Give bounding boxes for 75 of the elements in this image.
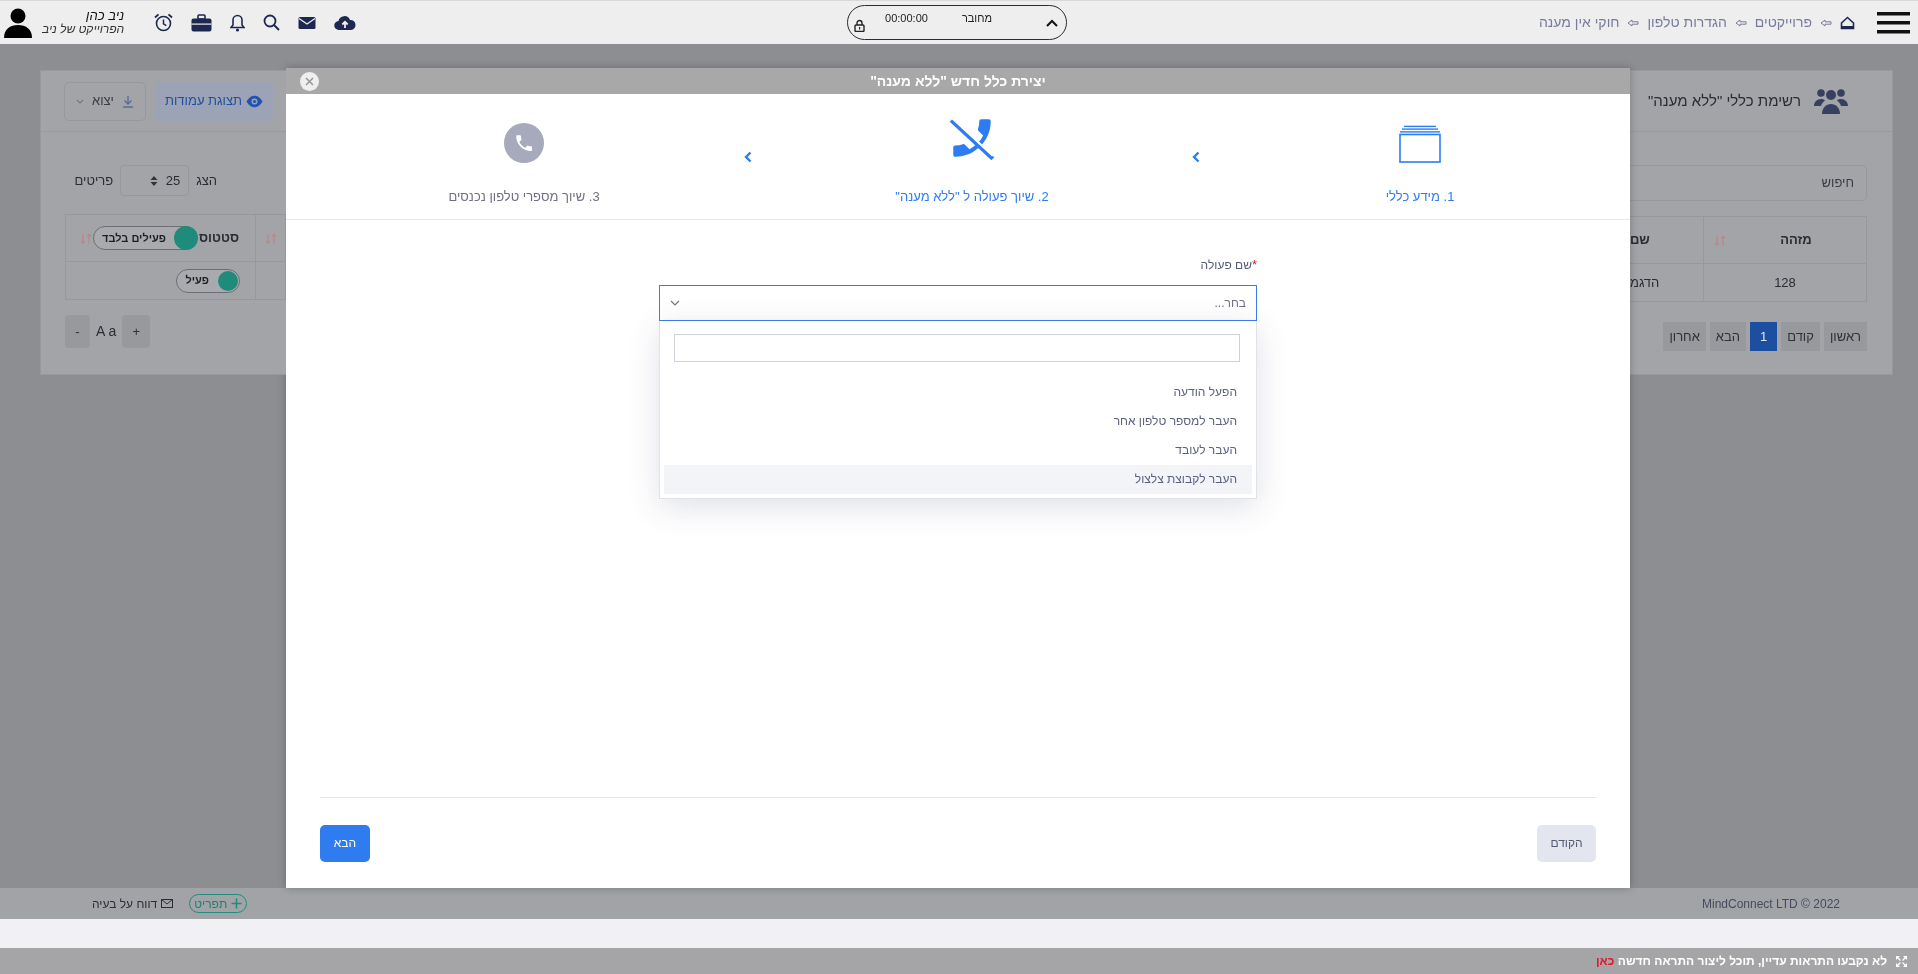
bell-icon[interactable] [230, 13, 246, 32]
table-cell: הדגמ [1630, 274, 1660, 290]
lock-icon[interactable] [854, 19, 866, 32]
dropdown-option[interactable]: העבר למספר טלפון אחר [664, 406, 1252, 436]
chevron-left-icon [1192, 151, 1200, 163]
toggle-switch[interactable]: פעילים בלבד [93, 226, 198, 250]
window-stack-icon [1399, 125, 1441, 163]
column-header: סטטוס [199, 229, 239, 248]
breadcrumb-link[interactable]: הגדרות טלפון [1647, 12, 1727, 33]
user-name: ניב כהן [85, 9, 125, 23]
page-size-field[interactable]: 25 [120, 165, 190, 196]
alarm-clock-icon[interactable] [154, 13, 174, 32]
page-button[interactable]: קודם [1781, 322, 1820, 351]
font-decrease-button[interactable]: - [65, 315, 90, 348]
spinner-icon [149, 174, 158, 187]
table-cell: 128 [1774, 274, 1796, 290]
search-icon[interactable] [263, 14, 281, 31]
font-size-label: A a [95, 322, 118, 341]
eye-icon [246, 94, 263, 108]
briefcase-icon[interactable] [191, 13, 213, 32]
copyright-text: MindConnect LTD © 2022 [1701, 895, 1840, 913]
search-field[interactable] [674, 333, 1240, 362]
breadcrumb-link[interactable]: פרוייקטים [1754, 12, 1812, 33]
back-button[interactable]: הקודם [1537, 824, 1596, 862]
arrow-icon [1627, 18, 1640, 27]
search-field[interactable]: חיפוש [1630, 165, 1867, 201]
columns-button[interactable]: תצוגת עמודות [155, 81, 273, 121]
chevron-up-icon[interactable] [1046, 18, 1058, 27]
project-name: הפרוייקט של ניב [42, 23, 125, 36]
page-button[interactable]: ראשון [1823, 322, 1867, 351]
chevron-left-icon [744, 151, 752, 163]
dropdown-option[interactable]: העבר לקבוצת צלצול [664, 464, 1252, 494]
font-increase-button[interactable]: + [122, 315, 151, 348]
call-timer: 00:00:00 [885, 11, 928, 26]
caret-icon [76, 98, 84, 104]
arrow-icon [1734, 18, 1747, 27]
export-button[interactable]: יצוא [64, 81, 146, 121]
page-button[interactable]: הבא [1709, 322, 1746, 351]
breadcrumb-link[interactable]: חוקי אין מענה [1538, 12, 1620, 33]
toggle-switch[interactable]: פעיל [176, 268, 240, 293]
column-header: מזהה [1780, 231, 1812, 250]
envelope-icon[interactable] [298, 15, 317, 30]
close-icon [305, 77, 314, 86]
report-link[interactable]: דווח על בעיה [92, 894, 174, 913]
items-label: פריטים [74, 171, 114, 190]
download-icon [122, 94, 134, 108]
connection-status: מחובר [961, 11, 992, 26]
home-icon[interactable] [1840, 15, 1855, 30]
expand-icon [1895, 954, 1908, 968]
show-label: הצג [196, 171, 217, 190]
page-button[interactable]: אחרון [1663, 322, 1706, 351]
phone-icon [504, 123, 544, 163]
dropdown-option[interactable]: הפעל הודעה [664, 377, 1252, 407]
avatar-icon[interactable] [4, 7, 32, 38]
next-button[interactable]: הבא [320, 824, 370, 862]
field-label: שם פעולה [1200, 256, 1252, 274]
plus-icon [231, 898, 243, 909]
page-button[interactable]: 1 [1750, 322, 1778, 351]
envelope-icon [161, 899, 174, 908]
placeholder-text: בחר... [1214, 294, 1246, 312]
step-label[interactable]: 1. מידע כללי [1385, 187, 1455, 207]
step-label[interactable]: 2. שיוך פעולה ל "ללא מענה" [895, 187, 1049, 207]
page-title: רשימת כללי "ללא מענה" [1648, 90, 1801, 111]
menu-icon[interactable] [1877, 10, 1910, 35]
chevron-down-icon [670, 299, 680, 306]
arrow-icon [1820, 18, 1832, 27]
column-header: שם [1630, 232, 1650, 248]
select-field[interactable]: בחר... [659, 284, 1257, 321]
notification-text: לא נקבעו התראות עדיין, תוכל ליצור התראה חדשה כאן [1596, 953, 1887, 970]
dialog-title: יצירת כלל חדש "ללא מענה" [870, 71, 1046, 91]
dropdown-option[interactable]: העבר לעובד [664, 435, 1252, 465]
required-mark: * [1251, 256, 1257, 274]
step-label[interactable]: 3. שיוך מספרי טלפון נכנסים [448, 187, 600, 207]
people-icon [1814, 88, 1848, 114]
cloud-upload-icon[interactable] [334, 14, 357, 31]
